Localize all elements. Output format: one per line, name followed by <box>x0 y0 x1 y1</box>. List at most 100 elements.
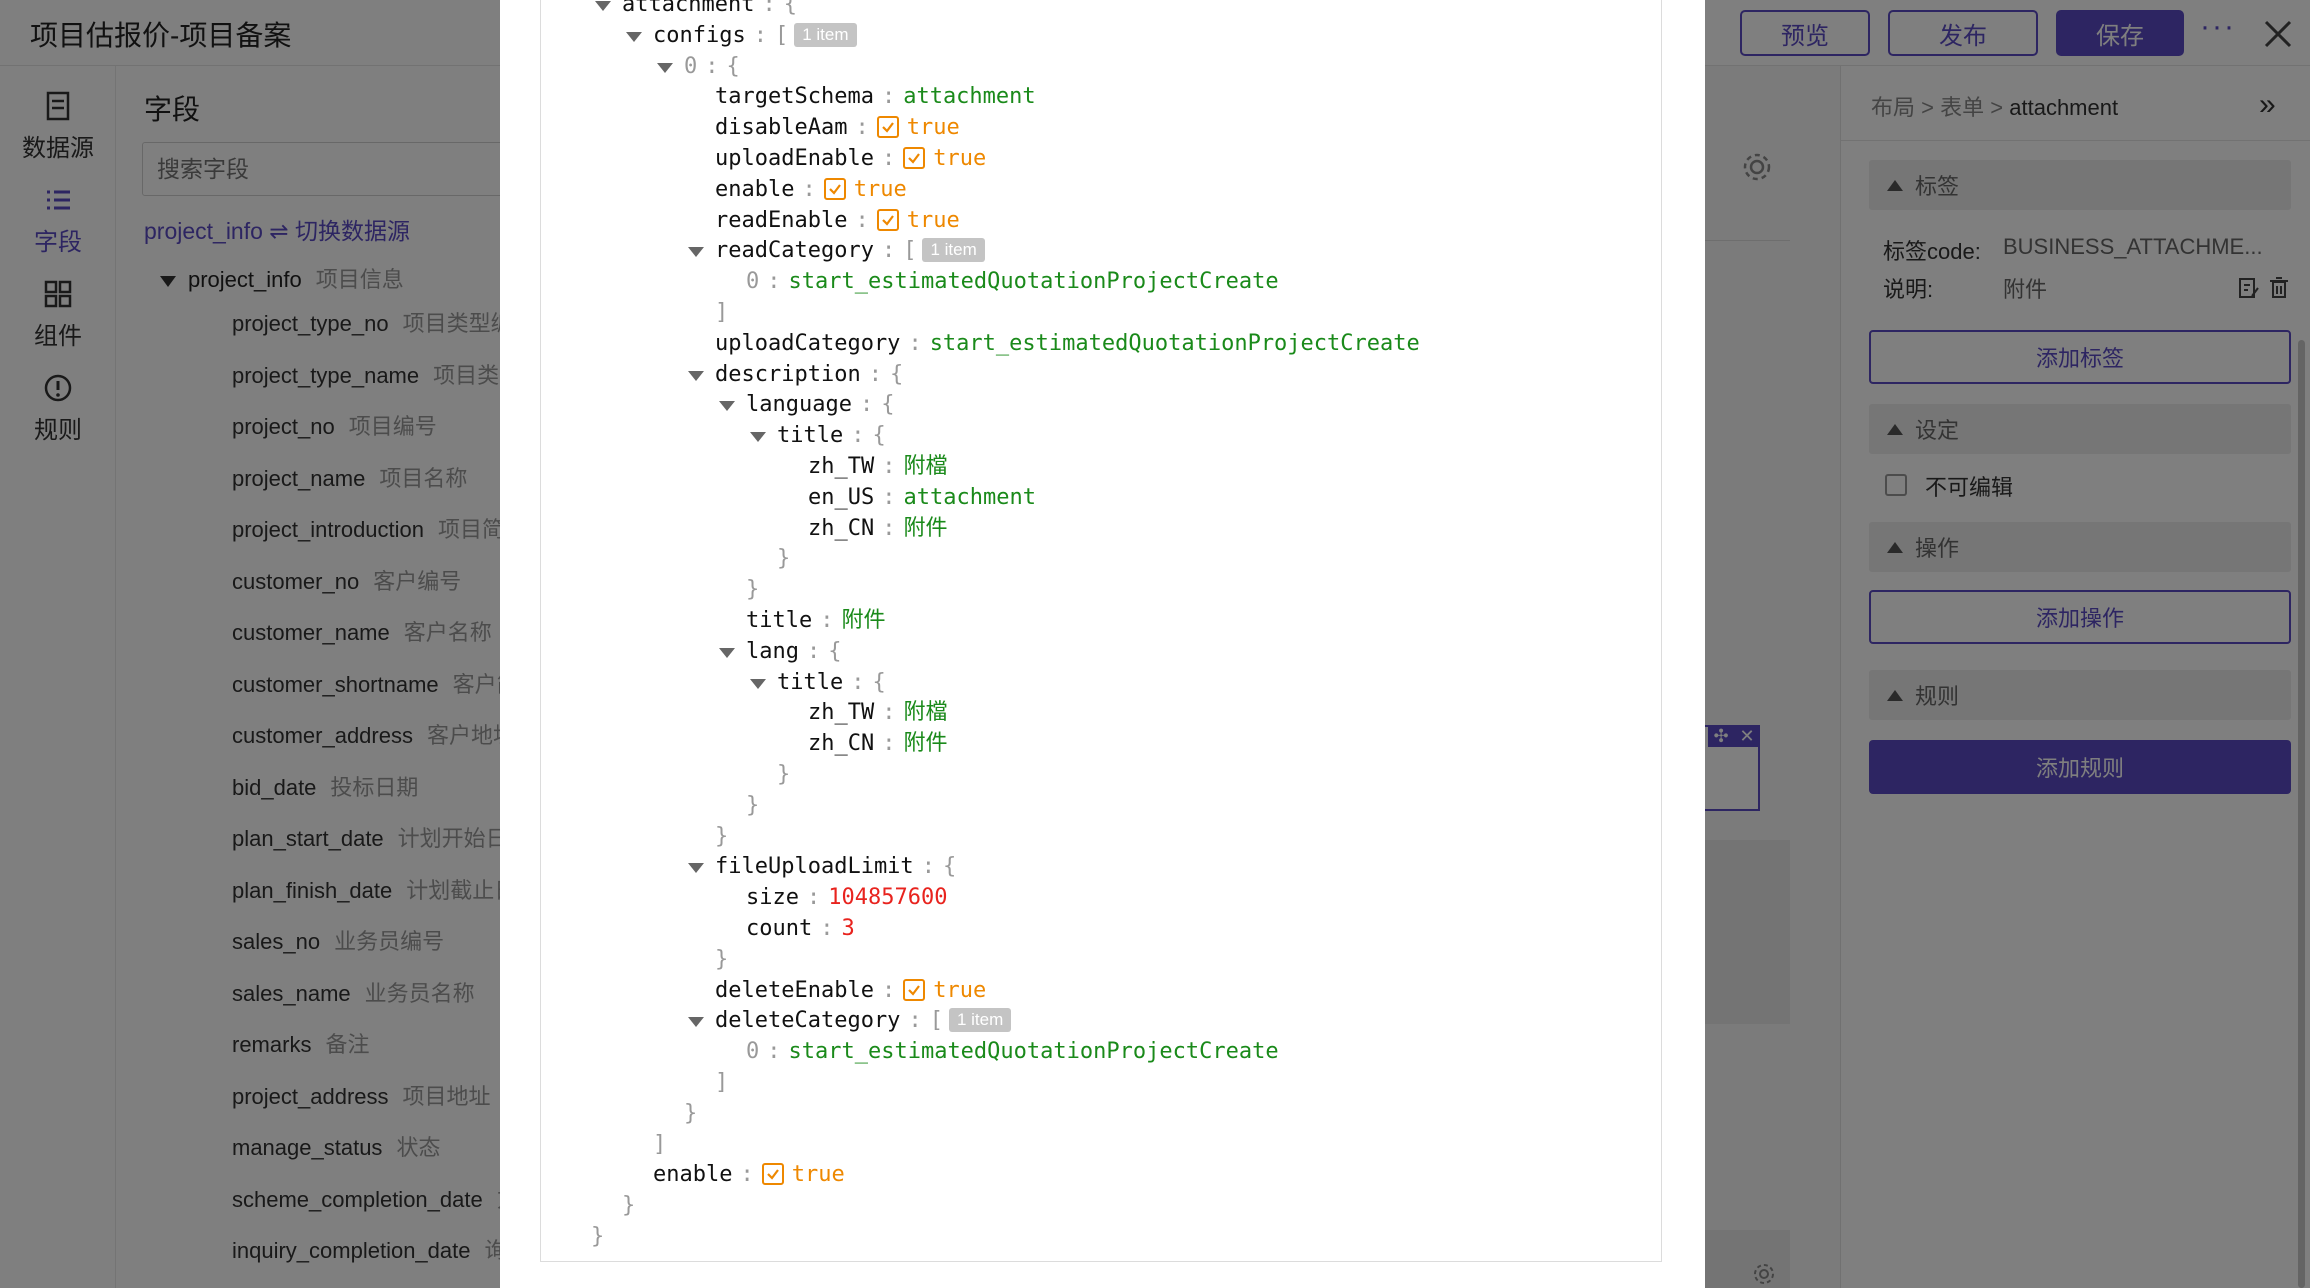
json-boolean-value: true <box>791 1162 845 1188</box>
json-index: 0 <box>746 1039 760 1065</box>
json-string-value: 附檔 <box>903 700 948 726</box>
caret-down-icon[interactable] <box>719 401 735 412</box>
json-bracket: { <box>942 854 957 880</box>
json-line: en_US: attachment <box>808 483 1036 513</box>
json-colon: : <box>882 700 896 726</box>
json-string-value: start_estimatedQuotationProjectCreate <box>788 269 1279 295</box>
json-colon: : <box>881 84 896 110</box>
json-colon: : <box>806 638 821 664</box>
json-key: count <box>746 916 813 941</box>
json-key: size <box>746 885 799 911</box>
caret-down-icon[interactable] <box>688 1017 704 1028</box>
json-line[interactable]: deleteCategory: [1 item <box>688 1006 1012 1036</box>
caret-down-icon[interactable] <box>688 247 704 258</box>
checkbox-checked-icon[interactable] <box>876 208 899 231</box>
json-colon: : <box>855 207 869 233</box>
json-line[interactable]: description: { <box>688 360 904 390</box>
json-line[interactable]: language: { <box>719 390 894 420</box>
json-line[interactable]: configs: [1 item <box>626 21 857 51</box>
caret-down-icon[interactable] <box>688 863 704 874</box>
json-key: zh_TW <box>808 454 875 479</box>
json-line[interactable]: title: { <box>750 421 886 451</box>
json-bracket: { <box>872 423 886 449</box>
json-boolean-value: true <box>933 146 987 171</box>
json-line[interactable]: title: { <box>750 668 886 698</box>
json-line[interactable]: lang: { <box>719 637 841 667</box>
json-key: lang <box>746 638 799 664</box>
json-colon: : <box>806 885 821 911</box>
json-line[interactable]: readCategory: [1 item <box>688 236 985 266</box>
json-colon: : <box>921 854 935 880</box>
json-line: deleteEnable: true <box>715 976 986 1006</box>
json-boolean-value: true <box>853 176 907 202</box>
json-string-value: start_estimatedQuotationProjectCreate <box>929 330 1420 356</box>
json-line[interactable]: fileUploadLimit: { <box>688 852 957 882</box>
json-line[interactable]: 0: { <box>657 52 740 82</box>
caret-down-icon[interactable] <box>688 370 704 381</box>
json-bracket: } <box>777 546 791 572</box>
json-index: 0 <box>746 269 760 295</box>
json-colon: : <box>820 916 834 941</box>
json-key: readEnable <box>715 207 848 233</box>
checkbox-checked-icon[interactable] <box>903 978 926 1001</box>
json-key: title <box>777 669 844 695</box>
json-key: zh_CN <box>808 515 875 541</box>
json-bracket: } <box>622 1193 636 1219</box>
caret-down-icon[interactable] <box>750 678 766 689</box>
json-line[interactable]: attachment: { <box>595 0 797 20</box>
json-string-value: attachment <box>903 84 1036 110</box>
json-viewer: attachment:{configs:[1 item 0:{targetSche… <box>540 0 1662 1262</box>
checkbox-checked-icon[interactable] <box>761 1163 784 1186</box>
json-line: count:3 <box>746 914 855 944</box>
checkbox-checked-icon[interactable] <box>876 116 899 139</box>
json-colon: : <box>882 731 896 757</box>
json-colon: : <box>767 269 781 295</box>
json-line: enable: true <box>653 1160 845 1190</box>
caret-down-icon[interactable] <box>750 432 766 443</box>
json-key: configs <box>653 22 746 48</box>
json-key: disableAam <box>715 115 848 141</box>
json-bracket: ] <box>715 300 729 325</box>
json-line: } <box>715 822 728 852</box>
caret-down-icon[interactable] <box>719 647 735 658</box>
json-string-value: 附件 <box>903 515 948 541</box>
json-colon: : <box>881 146 896 171</box>
json-key: enable <box>715 176 795 202</box>
json-colon: : <box>802 176 816 202</box>
json-number-value: 104857600 <box>828 885 948 911</box>
json-bracket: { <box>889 361 904 387</box>
json-key: title <box>746 608 813 633</box>
json-string-value: 附檔 <box>903 454 948 479</box>
json-line: } <box>777 760 790 790</box>
json-line: enable: true <box>715 175 907 205</box>
json-boolean-value: true <box>906 207 960 233</box>
caret-down-icon[interactable] <box>595 1 611 11</box>
json-key: deleteEnable <box>715 977 874 1003</box>
json-colon: : <box>881 977 896 1003</box>
json-colon: : <box>882 515 896 541</box>
json-line: readEnable: true <box>715 206 960 236</box>
json-colon: : <box>767 1039 781 1065</box>
json-bracket: } <box>715 823 729 849</box>
json-line: zh_TW: 附檔 <box>808 698 948 728</box>
json-line: } <box>746 791 759 821</box>
json-line: ] <box>715 298 728 328</box>
json-bracket: } <box>715 946 729 972</box>
json-key: fileUploadLimit <box>715 854 914 880</box>
json-line: disableAam: true <box>715 113 960 143</box>
json-bracket: { <box>783 0 797 17</box>
item-count-badge: 1 item <box>922 238 985 263</box>
json-line: } <box>777 544 790 574</box>
json-bracket: } <box>746 577 760 603</box>
checkbox-checked-icon[interactable] <box>823 177 846 200</box>
caret-down-icon[interactable] <box>657 62 673 73</box>
json-line: uploadEnable: true <box>715 144 986 174</box>
checkbox-checked-icon[interactable] <box>903 147 926 169</box>
item-count-badge: 1 item <box>794 22 857 47</box>
json-viewer-modal: attachment:{configs:[1 item 0:{targetSche… <box>500 0 1705 1288</box>
json-key: uploadCategory <box>715 330 901 356</box>
json-bracket: [ <box>903 238 917 264</box>
caret-down-icon[interactable] <box>626 31 642 42</box>
json-line: zh_CN: 附件 <box>808 729 948 759</box>
json-key: uploadEnable <box>715 146 874 171</box>
